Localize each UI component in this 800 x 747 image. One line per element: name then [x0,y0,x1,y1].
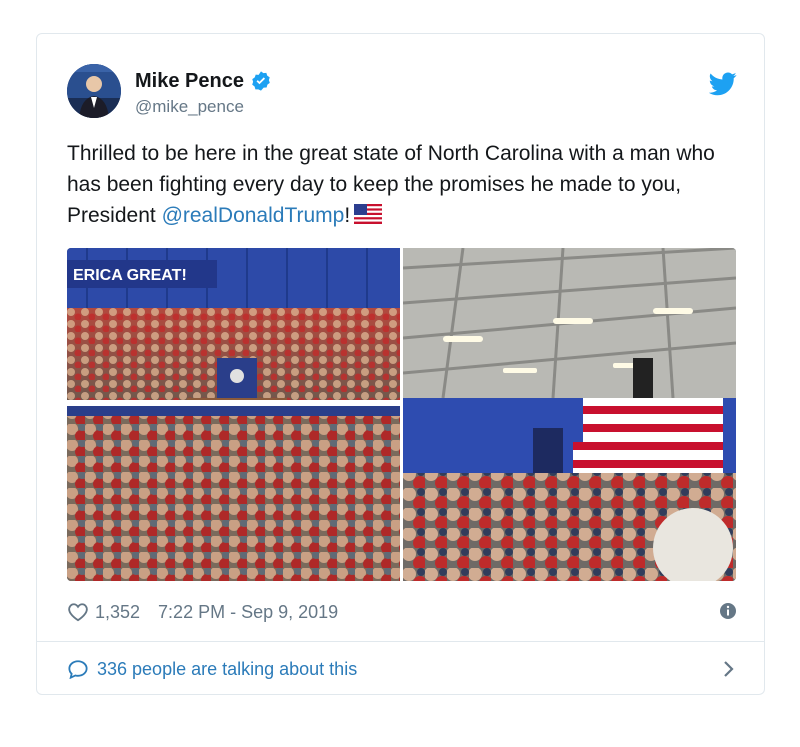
chevron-right-icon[interactable] [723,660,735,678]
talking-label[interactable]: 336 people are talking about this [97,659,357,680]
us-flag-emoji [354,202,383,233]
divider [37,641,764,642]
media-grid: ERICA GREAT! [67,248,736,581]
heart-outline-icon[interactable] [67,602,89,622]
mention-link[interactable]: @realDonaldTrump [162,204,345,227]
avatar[interactable] [67,64,121,118]
rally-photo-left[interactable]: ERICA GREAT! [67,248,400,581]
rally-banner-text: ERICA GREAT! [73,267,187,284]
like-count[interactable]: 1,352 [95,602,140,623]
author-info: Mike Pence @mike_pence [135,68,272,117]
handle[interactable]: @mike_pence [135,97,272,117]
tweet-header: Mike Pence @mike_pence [67,64,737,124]
tweet-text: Thrilled to be here in the great state o… [67,138,747,233]
display-name[interactable]: Mike Pence [135,70,244,93]
verified-badge-icon [250,70,272,92]
comment-bubble-icon [67,659,89,680]
conversation-link[interactable]: 336 people are talking about this [67,652,737,686]
timestamp[interactable]: 7:22 PM - Sep 9, 2019 [158,602,338,623]
tweet-meta: 1,352 7:22 PM - Sep 9, 2019 [67,599,737,625]
info-icon[interactable] [719,602,737,620]
rally-photo-right[interactable] [403,248,736,581]
tweet-body-end: ! [344,204,351,227]
twitter-bird-icon[interactable] [708,72,737,96]
tweet-card: Mike Pence @mike_pence Thrilled to be he… [36,33,765,695]
